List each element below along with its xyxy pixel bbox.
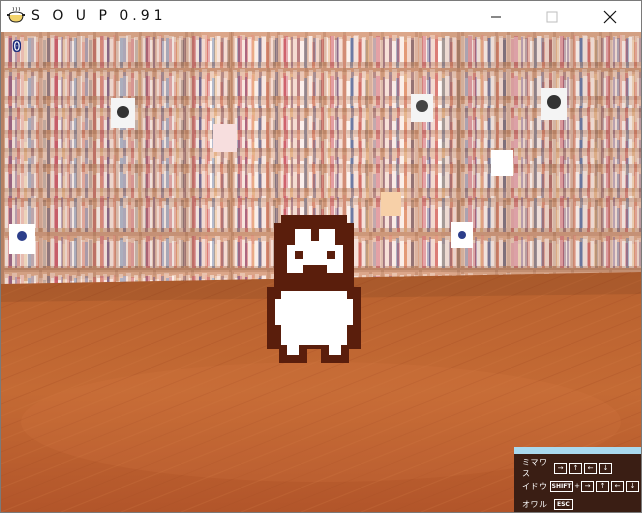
window-title: S O U P 0.91 xyxy=(31,8,167,24)
controls-help-panel: ミマワス → ↑ ← ↓ イドウ SHIFT + → ↑ ← ↓ オワル ESC xyxy=(514,447,641,512)
close-button[interactable] xyxy=(587,1,633,32)
minimize-button[interactable] xyxy=(473,1,519,32)
key-esc: ESC xyxy=(554,498,573,510)
key-up-arrow: ↑ xyxy=(596,480,609,492)
score-counter: 0 xyxy=(13,40,21,56)
title-bar[interactable]: S O U P 0.91 xyxy=(1,1,641,32)
control-label-move: イドウ xyxy=(522,481,548,491)
key-right-arrow: → xyxy=(554,462,567,474)
key-down-arrow: ↓ xyxy=(626,480,639,492)
key-shift: SHIFT xyxy=(549,480,574,492)
control-label-look: ミマワス xyxy=(522,458,548,478)
key-right-arrow: → xyxy=(581,480,594,492)
key-up-arrow: ↑ xyxy=(569,462,582,474)
control-row-move: イドウ SHIFT + → ↑ ← ↓ xyxy=(522,478,641,494)
soup-pot-icon xyxy=(7,6,25,25)
minimize-icon xyxy=(491,16,501,17)
key-down-arrow: ↓ xyxy=(599,462,612,474)
pixel-character xyxy=(267,215,361,363)
close-icon xyxy=(603,10,617,23)
maximize-button[interactable] xyxy=(529,1,575,32)
key-plus-sign: + xyxy=(574,482,580,490)
game-window: S O U P 0.91 0 ミマワス → ↑ ← ↓ イドウ SHIFT + … xyxy=(0,0,642,513)
maximize-icon xyxy=(546,11,558,22)
control-row-look: ミマワス → ↑ ← ↓ xyxy=(522,458,641,478)
control-label-quit: オワル xyxy=(522,499,548,509)
key-left-arrow: ← xyxy=(611,480,624,492)
game-viewport[interactable]: 0 ミマワス → ↑ ← ↓ イドウ SHIFT + → ↑ ← ↓ オワル E… xyxy=(1,32,641,512)
key-left-arrow: ← xyxy=(584,462,597,474)
control-row-quit: オワル ESC xyxy=(522,496,641,512)
